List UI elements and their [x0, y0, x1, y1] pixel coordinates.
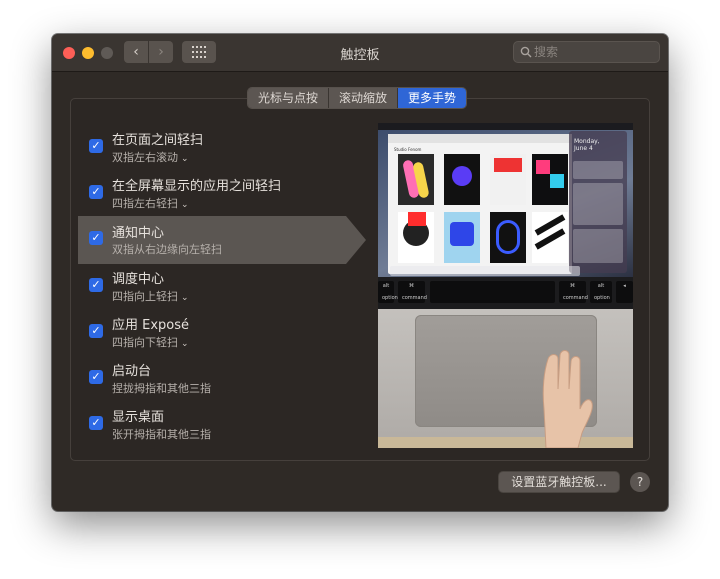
gesture-subtitle: 捏拢拇指和其他三指 [112, 382, 211, 395]
gesture-checkbox[interactable]: ✓ [89, 185, 103, 199]
gesture-subtitle[interactable]: 四指向下轻扫 ⌄ [112, 334, 189, 350]
gesture-item-swipe-pages[interactable]: ✓ 在页面之间轻扫 双指左右滚动 ⌄ [78, 127, 366, 173]
gesture-item-swipe-fullscreen-apps[interactable]: ✓ 在全屏幕显示的应用之间轻扫 四指左右轻扫 ⌄ [78, 173, 366, 219]
poster-image [398, 154, 434, 205]
gesture-title: 在页面之间轻扫 [112, 133, 204, 148]
gesture-checkbox[interactable]: ✓ [89, 324, 103, 338]
gesture-checkbox[interactable]: ✓ [89, 139, 103, 153]
gesture-title: 显示桌面 [112, 410, 165, 425]
hand-icon [542, 350, 593, 448]
tab-point-click[interactable]: 光标与点按 [248, 88, 330, 108]
title-bar: ‹ › 触控板 [52, 34, 668, 72]
gesture-item-launchpad[interactable]: ✓ 启动台 捏拢拇指和其他三指 [78, 358, 366, 404]
chevron-down-icon: ⌄ [181, 339, 189, 349]
gesture-title: 应用 Exposé [112, 318, 190, 333]
nc-card [573, 161, 623, 179]
gesture-item-app-expose[interactable]: ✓ 应用 Exposé 四指向下轻扫 ⌄ [78, 312, 366, 358]
search-input[interactable] [534, 43, 654, 61]
gesture-subtitle[interactable]: 四指左右轻扫 ⌄ [112, 195, 189, 211]
setup-bluetooth-trackpad-button[interactable]: 设置蓝牙触控板... [499, 472, 619, 492]
gesture-checkbox[interactable]: ✓ [89, 278, 103, 292]
gesture-item-mission-control[interactable]: ✓ 调度中心 四指向上轻扫 ⌄ [78, 266, 366, 312]
gesture-subtitle: 双指从右边缘向左轻扫 [112, 243, 222, 256]
tab-bar: 光标与点按 滚动缩放 更多手势 [248, 88, 467, 108]
gesture-checkbox[interactable]: ✓ [89, 370, 103, 384]
spacebar [430, 281, 555, 303]
gesture-subtitle[interactable]: 双指左右滚动 ⌄ [112, 149, 189, 165]
preview-menubar [378, 123, 633, 130]
gesture-subtitle[interactable]: 四指向上轻扫 ⌄ [112, 288, 189, 304]
chevron-down-icon: ⌄ [181, 200, 189, 210]
poster-image [444, 212, 480, 263]
chevron-down-icon: ⌄ [181, 293, 189, 303]
preview-screen: Studio Fenom Monday, June 4 [378, 123, 633, 277]
preview-notification-center: Monday, June 4 [569, 131, 627, 273]
search-field[interactable] [513, 41, 660, 63]
nc-card [573, 229, 623, 263]
tab-scroll-zoom[interactable]: 滚动缩放 [329, 88, 399, 108]
nc-date: Monday, June 4 [574, 138, 600, 152]
poster-image [532, 212, 568, 263]
gesture-item-show-desktop[interactable]: ✓ 显示桌面 张开拇指和其他三指 [78, 404, 366, 450]
preview-dock [390, 266, 580, 276]
chevron-down-icon: ⌄ [181, 154, 189, 164]
gesture-title: 通知中心 [112, 226, 165, 241]
poster-image [490, 212, 526, 263]
poster-image [532, 154, 568, 205]
gesture-checkbox[interactable]: ✓ [89, 231, 103, 245]
tab-more-gestures[interactable]: 更多手势 [398, 88, 467, 108]
help-button[interactable]: ? [630, 472, 650, 492]
poster-image [398, 212, 434, 263]
preview-keyboard: alt option ⌘ command ⌘ command alt option ◂ [378, 277, 633, 309]
preferences-window: ‹ › 触控板 光标与点按 滚动缩放 更多手势 ✓ [52, 34, 668, 511]
gesture-checkbox[interactable]: ✓ [89, 416, 103, 430]
gesture-title: 启动台 [112, 364, 152, 379]
gesture-preview-video: Studio Fenom Monday, June 4 alt option ⌘… [378, 123, 633, 448]
gesture-subtitle: 张开拇指和其他三指 [112, 428, 211, 441]
gesture-item-notification-center[interactable]: ✓ 通知中心 双指从右边缘向左轻扫 [78, 216, 366, 264]
gesture-title: 调度中心 [112, 272, 165, 287]
gesture-title: 在全屏幕显示的应用之间轻扫 [112, 179, 282, 194]
preview-app-window: Studio Fenom [388, 134, 572, 274]
search-icon [520, 46, 532, 58]
poster-image [490, 154, 526, 205]
preview-app-label: Studio Fenom [394, 147, 422, 152]
nc-card [573, 183, 623, 225]
poster-image [444, 154, 480, 205]
